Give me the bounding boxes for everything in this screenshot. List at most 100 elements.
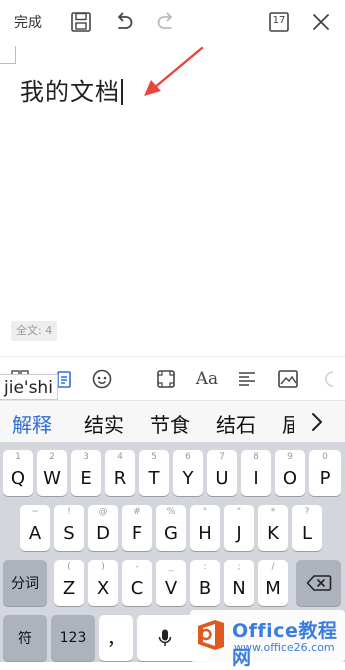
fullscreen-icon[interactable] — [154, 367, 178, 391]
key-j-sub: " — [236, 507, 242, 517]
key-c-label: C — [130, 577, 144, 599]
key-e[interactable]: 3E — [71, 450, 101, 496]
symbol-key-label: 符 — [18, 631, 32, 647]
key-l[interactable]: ? L — [292, 505, 322, 551]
key-q[interactable]: 1Q — [3, 450, 33, 496]
key-k[interactable]: * K — [258, 505, 288, 551]
font-icon[interactable]: Aa — [194, 367, 220, 391]
candidate-5[interactable]: 届 — [282, 409, 294, 438]
key-p-sub: 0 — [322, 452, 328, 462]
key-s[interactable]: ! S — [54, 505, 84, 551]
key-w[interactable]: 2W — [37, 450, 67, 496]
key-o-sub: 9 — [287, 452, 293, 462]
key-y-sub: 6 — [185, 452, 191, 462]
key-d-sub: @ — [98, 507, 108, 517]
symbol-key[interactable]: 符 — [3, 615, 47, 661]
key-y[interactable]: 6Y — [173, 450, 203, 496]
key-b-label: B — [198, 577, 212, 599]
image-icon[interactable] — [276, 367, 300, 391]
microphone-icon — [158, 628, 172, 648]
pinyin-composition: jie'shi — [0, 374, 58, 400]
key-z[interactable]: (Z — [54, 560, 84, 606]
candidate-2[interactable]: 结实 — [84, 409, 124, 438]
key-h-sub: " — [202, 507, 208, 517]
candidate-4[interactable]: 结石 — [216, 409, 256, 438]
redo-icon[interactable] — [153, 9, 179, 35]
key-g[interactable]: % G — [156, 505, 186, 551]
key-m-sub: / — [271, 562, 275, 572]
more-icon[interactable] — [318, 367, 342, 391]
key-z-label: Z — [62, 577, 76, 599]
key-m-label: M — [265, 577, 281, 599]
key-r-label: R — [113, 467, 127, 489]
done-button[interactable]: 完成 — [14, 12, 42, 32]
key-j[interactable]: " J — [224, 505, 254, 551]
undo-icon[interactable] — [111, 9, 137, 35]
key-d-label: D — [96, 522, 110, 544]
office-logo-icon — [194, 618, 228, 652]
key-x-label: X — [96, 577, 110, 599]
align-icon[interactable] — [235, 367, 259, 391]
key-e-label: E — [80, 467, 92, 489]
key-v[interactable]: _ V — [156, 560, 186, 606]
candidate-1[interactable]: 解释 — [12, 409, 52, 438]
key-h-label: H — [198, 522, 212, 544]
key-s-label: S — [63, 522, 75, 544]
page-corner-marker — [0, 46, 16, 64]
key-k-label: K — [267, 522, 279, 544]
key-f-sub: # — [133, 507, 141, 517]
key-q-sub: 1 — [15, 452, 21, 462]
candidate-3[interactable]: 节食 — [150, 409, 190, 438]
numeric-key[interactable]: 123 — [51, 615, 95, 661]
key-x-sub: ) — [101, 562, 105, 572]
key-y-label: Y — [182, 467, 194, 489]
key-k-sub: * — [270, 507, 276, 517]
key-o[interactable]: 9O — [275, 450, 305, 496]
document-text-content: 我的文档 — [20, 78, 120, 106]
comma-key-label: ， — [107, 629, 125, 650]
watermark-url: www.office26.com — [234, 641, 335, 654]
chevron-right-icon[interactable] — [304, 409, 330, 435]
key-m[interactable]: / M — [258, 560, 288, 606]
backspace-key[interactable] — [296, 560, 341, 606]
key-t-sub: 5 — [151, 452, 157, 462]
key-h[interactable]: " H — [190, 505, 220, 551]
key-b-sub: : — [203, 562, 207, 572]
watermark: Office教程网 www.office26.com — [190, 610, 345, 669]
key-a-sub: ~ — [31, 507, 39, 517]
top-toolbar: 完成 17 — [0, 0, 345, 44]
key-a[interactable]: ~ A — [20, 505, 50, 551]
key-c[interactable]: -C — [122, 560, 152, 606]
emoji-icon[interactable] — [90, 367, 114, 391]
key-f[interactable]: # F — [122, 505, 152, 551]
key-o-label: O — [282, 467, 298, 489]
annotation-arrow — [144, 46, 204, 96]
document-text[interactable]: 我的文档 — [20, 72, 123, 107]
key-e-sub: 3 — [83, 452, 89, 462]
key-x[interactable]: ) X — [88, 560, 118, 606]
numeric-key-label: 123 — [59, 630, 87, 646]
key-p[interactable]: 0P — [309, 450, 341, 496]
key-d[interactable]: @ D — [88, 505, 118, 551]
key-n[interactable]: ; N — [224, 560, 254, 606]
key-p-label: P — [319, 467, 331, 489]
key-t[interactable]: 5T — [139, 450, 169, 496]
key-r[interactable]: 4R — [105, 450, 135, 496]
key-u-sub: 7 — [219, 452, 225, 462]
key-l-label: L — [301, 522, 313, 544]
key-j-label: J — [236, 522, 242, 544]
save-icon[interactable] — [68, 9, 94, 35]
candidate-bar: 解释 结实 节食 结石 届 — [0, 400, 345, 442]
segment-key[interactable]: 分词 — [3, 560, 47, 606]
key-z-sub: ( — [67, 562, 71, 572]
key-v-label: V — [164, 577, 178, 599]
key-v-sub: _ — [168, 562, 174, 572]
key-i[interactable]: 8I — [241, 450, 271, 496]
key-b[interactable]: :B — [190, 560, 220, 606]
key-f-label: F — [131, 522, 143, 544]
close-icon[interactable] — [308, 9, 334, 35]
key-u[interactable]: 7U — [207, 450, 237, 496]
page-count-icon[interactable]: 17 — [266, 9, 292, 35]
comma-key[interactable]: ， — [99, 615, 133, 661]
key-u-label: U — [215, 467, 229, 489]
